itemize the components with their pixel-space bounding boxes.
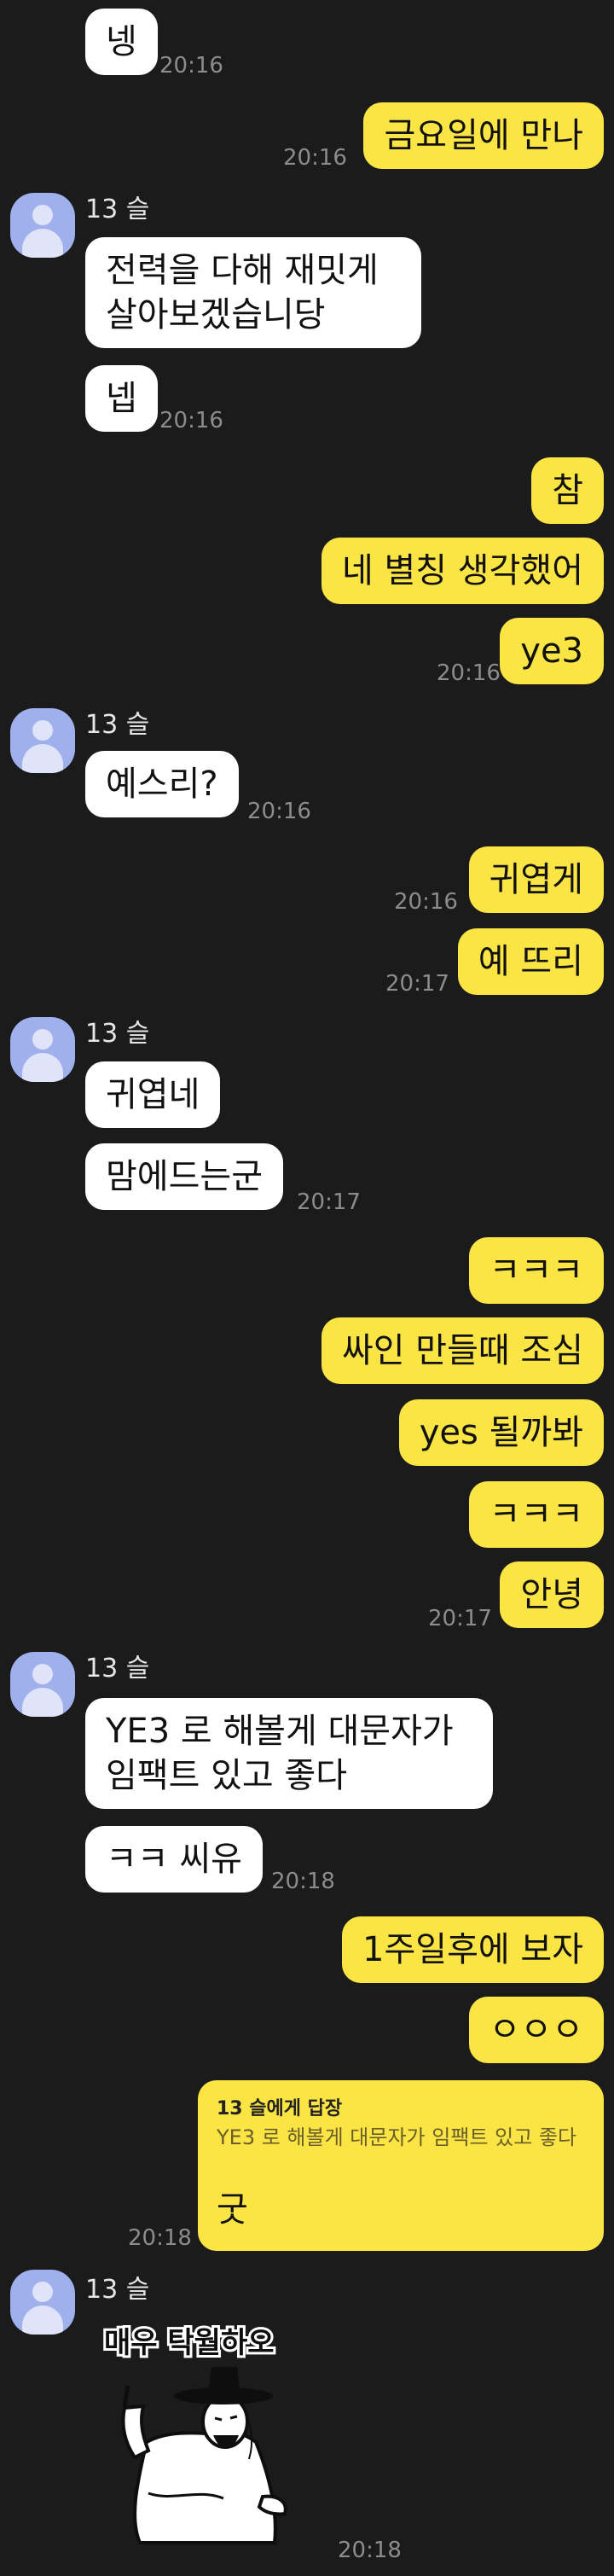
incoming-message[interactable]: ㅋㅋ 씨유: [85, 1826, 263, 1893]
message-time: 20:16: [159, 53, 223, 79]
person-silhouette-icon: [32, 1664, 53, 1684]
incoming-message[interactable]: 넹: [85, 9, 158, 75]
incoming-message[interactable]: 전력을 다해 재밋게 살아보겠습니당: [85, 237, 421, 348]
scholar-figure-icon: [121, 2367, 287, 2544]
message-time: 20:16: [437, 660, 501, 686]
avatar[interactable]: [10, 1017, 75, 1082]
outgoing-message[interactable]: ye3: [500, 618, 604, 684]
avatar[interactable]: [10, 708, 75, 773]
sender-name: 13 슬: [85, 1019, 150, 1049]
sender-name: 13 슬: [85, 195, 150, 224]
message-time: 20:17: [297, 1189, 361, 1215]
sender-name: 13 슬: [85, 1654, 150, 1683]
person-silhouette-icon: [32, 720, 53, 741]
message-time: 20:18: [338, 2538, 402, 2563]
scholar-gat-sticker[interactable]: 매우 탁월하오: [96, 2314, 327, 2561]
outgoing-message[interactable]: 예 뜨리: [457, 928, 604, 995]
message-time: 20:17: [428, 1606, 492, 1631]
incoming-message[interactable]: 귀엽네: [85, 1061, 221, 1128]
person-silhouette-icon: [32, 2282, 53, 2302]
incoming-message[interactable]: YE3 로 해볼게 대문자가 임팩트 있고 좋다: [85, 1698, 493, 1809]
outgoing-message[interactable]: ㅋㅋㅋ: [468, 1481, 604, 1548]
reply-text: 굿: [217, 2190, 248, 2230]
message-time: 20:16: [159, 408, 223, 433]
avatar[interactable]: [10, 1652, 75, 1717]
outgoing-message[interactable]: yes 될까봐: [398, 1399, 604, 1466]
message-time: 20:18: [271, 1869, 335, 1894]
message-time: 20:16: [247, 799, 311, 824]
message-time: 20:18: [128, 2225, 192, 2251]
sender-name: 13 슬: [85, 710, 150, 740]
reply-quote[interactable]: YE3 로 해볼게 대문자가 임팩트 있고 좋다: [217, 2125, 585, 2150]
outgoing-message[interactable]: 1주일후에 보자: [342, 1916, 604, 1983]
outgoing-message[interactable]: 귀엽게: [468, 846, 604, 913]
outgoing-message[interactable]: 금요일에 만나: [363, 102, 604, 169]
sender-name: 13 슬: [85, 2275, 150, 2305]
message-time: 20:16: [283, 145, 347, 171]
avatar[interactable]: [10, 2270, 75, 2335]
person-silhouette-icon: [32, 1029, 53, 1050]
incoming-message[interactable]: 맘에드는군: [85, 1143, 283, 1210]
reply-target-label: 13 슬에게 답장: [217, 2098, 343, 2120]
incoming-message[interactable]: 넵: [85, 365, 158, 432]
outgoing-message[interactable]: 안녕: [500, 1561, 604, 1628]
incoming-message[interactable]: 예스리?: [85, 751, 239, 817]
outgoing-message[interactable]: 싸인 만들때 조심: [321, 1317, 604, 1384]
outgoing-message[interactable]: ㅇㅇㅇ: [468, 1997, 604, 2063]
message-time: 20:17: [385, 971, 449, 997]
person-silhouette-icon: [32, 205, 53, 225]
reply-message[interactable]: 13 슬에게 답장 YE3 로 해볼게 대문자가 임팩트 있고 좋다 굿: [198, 2080, 604, 2251]
message-time: 20:16: [394, 889, 458, 915]
outgoing-message[interactable]: ㅋㅋㅋ: [468, 1237, 604, 1304]
avatar[interactable]: [10, 193, 75, 258]
outgoing-message[interactable]: 네 별칭 생각했어: [321, 538, 604, 604]
outgoing-message[interactable]: 참: [531, 457, 604, 524]
